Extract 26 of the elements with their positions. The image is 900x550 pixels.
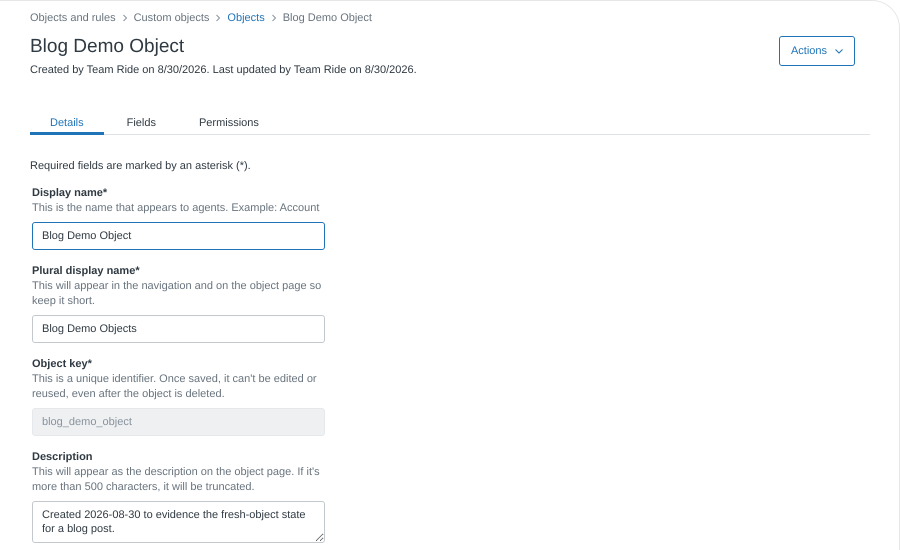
breadcrumb-item: Objects and rules	[30, 12, 116, 24]
textarea-field[interactable]: Created 2026-08-30 to evidence the fresh-object state for a blog post.	[32, 501, 325, 543]
field-label: Display name*	[32, 187, 108, 199]
actions-button[interactable]: Actions	[779, 36, 855, 66]
input-field[interactable]: Blog Demo Objects	[32, 315, 325, 343]
field-label: Description	[32, 451, 94, 463]
field-help-text: This will appear in the navigation and on the object page so keep it short.	[32, 279, 322, 309]
tab[interactable]: Fields	[106, 107, 176, 135]
chevron-icon	[270, 14, 277, 22]
chevron-icon	[122, 14, 128, 22]
page-subtitle: Created by Team Ride on 8/30/2026. Last updated by Team Ride on 8/30/2026.	[30, 64, 417, 76]
field-help-text: This is a unique identifier. Once saved, it can't be edited or reused, even after the object is deleted.	[32, 372, 318, 402]
field-help-text: This will appear as the description on the object page. If it's more than 500 characters, it will be truncated.	[32, 465, 321, 495]
breadcrumb-link[interactable]: Objects	[227, 12, 265, 24]
field-label: Object key*	[32, 358, 93, 370]
breadcrumb-item: Custom objects	[134, 12, 210, 24]
field-label: Plural display name*	[32, 265, 141, 277]
tab[interactable]: Details	[30, 107, 104, 135]
tab[interactable]: Permissions	[178, 107, 279, 135]
breadcrumb-item: Blog Demo Object	[282, 12, 372, 24]
field-help-text: This is the name that appears to agents. Example: Account	[32, 201, 320, 216]
page-title: Blog Demo Object	[30, 36, 186, 58]
caret-icon	[835, 48, 844, 54]
required-note: Required fields are marked by an asterisk (*).	[30, 160, 252, 172]
chevron-icon	[215, 14, 222, 22]
input-field[interactable]: Blog Demo Object	[32, 222, 325, 250]
